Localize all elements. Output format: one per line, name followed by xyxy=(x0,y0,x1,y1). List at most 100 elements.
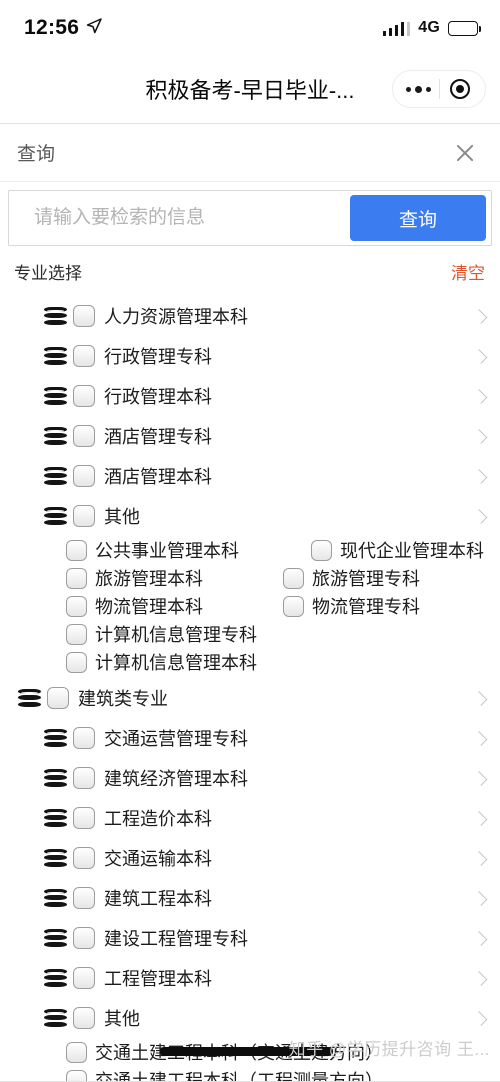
chevron-right-icon[interactable] xyxy=(472,428,488,444)
tree-node-row[interactable]: 交通运输本科 xyxy=(0,838,500,878)
leaf-item[interactable]: 物流管理本科 xyxy=(66,592,203,620)
layers-icon xyxy=(44,968,67,988)
tree-node-row[interactable]: 工程管理本科 xyxy=(0,958,500,998)
leaf-checkbox[interactable] xyxy=(283,595,304,617)
leaf-grid: 交通土建工程本科（交通土建方向） 交通土建工程本科（工程测量方向） xyxy=(0,1038,500,1081)
leaf-checkbox[interactable] xyxy=(283,567,304,589)
node-label: 工程造价本科 xyxy=(104,809,212,829)
leaf-item[interactable]: 计算机信息管理本科 xyxy=(66,648,257,676)
layers-icon xyxy=(44,928,67,948)
leaf-label: 计算机信息管理本科 xyxy=(95,653,257,673)
chevron-right-icon[interactable] xyxy=(472,468,488,484)
chevron-right-icon[interactable] xyxy=(472,1010,488,1026)
chevron-right-icon[interactable] xyxy=(472,508,488,524)
chevron-right-icon[interactable] xyxy=(472,308,488,324)
leaf-label: 物流管理本科 xyxy=(95,597,203,617)
miniprogram-capsule[interactable] xyxy=(392,70,486,108)
node-checkbox[interactable] xyxy=(73,385,95,407)
leaf-checkbox[interactable] xyxy=(311,539,332,561)
node-checkbox[interactable] xyxy=(73,465,95,487)
tree-node-row[interactable]: 建筑经济管理本科 xyxy=(0,758,500,798)
node-checkbox[interactable] xyxy=(73,305,95,327)
leaf-label: 公共事业管理本科 xyxy=(95,541,239,561)
chevron-right-icon[interactable] xyxy=(472,348,488,364)
chevron-right-icon[interactable] xyxy=(472,850,488,866)
clear-button[interactable]: 清空 xyxy=(451,259,485,284)
node-checkbox[interactable] xyxy=(47,687,69,709)
leaf-checkbox[interactable] xyxy=(66,651,87,673)
leaf-checkbox[interactable] xyxy=(66,1069,87,1081)
leaf-item[interactable]: 交通土建工程本科（工程测量方向） xyxy=(66,1066,383,1081)
node-checkbox[interactable] xyxy=(73,425,95,447)
node-checkbox[interactable] xyxy=(73,887,95,909)
section-title: 专业选择 xyxy=(14,263,82,283)
node-label: 行政管理专科 xyxy=(104,347,212,367)
layers-icon xyxy=(44,466,67,486)
leaf-checkbox[interactable] xyxy=(66,1041,87,1063)
tree-node-row[interactable]: 行政管理专科 xyxy=(0,336,500,376)
node-checkbox[interactable] xyxy=(73,767,95,789)
layers-icon xyxy=(44,768,67,788)
network-type-label: 4G xyxy=(418,19,440,36)
layers-icon xyxy=(44,728,67,748)
leaf-checkbox[interactable] xyxy=(66,539,87,561)
tree-node-row[interactable]: 人力资源管理本科 xyxy=(0,296,500,336)
node-checkbox[interactable] xyxy=(73,1007,95,1029)
tree-node-row[interactable]: 建设工程管理专科 xyxy=(0,918,500,958)
node-label: 交通运营管理专科 xyxy=(104,729,248,749)
node-checkbox[interactable] xyxy=(73,967,95,989)
node-checkbox[interactable] xyxy=(73,807,95,829)
tree-node-row[interactable]: 行政管理本科 xyxy=(0,376,500,416)
leaf-checkbox[interactable] xyxy=(66,623,87,645)
status-bar-left: 12:56 xyxy=(24,16,102,40)
node-label: 建设工程管理专科 xyxy=(104,929,248,949)
chevron-right-icon[interactable] xyxy=(472,690,488,706)
chevron-right-icon[interactable] xyxy=(472,770,488,786)
status-bar-right: 4G xyxy=(382,19,481,37)
node-checkbox[interactable] xyxy=(73,505,95,527)
tree-node-row[interactable]: 建筑工程本科 xyxy=(0,878,500,918)
chevron-right-icon[interactable] xyxy=(472,890,488,906)
leaf-item[interactable]: 公共事业管理本科 xyxy=(66,536,239,564)
leaf-label: 交通土建工程本科（交通土建方向） xyxy=(95,1043,383,1063)
close-icon[interactable] xyxy=(452,140,478,166)
tree-node-row[interactable]: 其他 xyxy=(0,496,500,536)
node-label: 人力资源管理本科 xyxy=(104,307,248,327)
leaf-item[interactable]: 现代企业管理本科 xyxy=(311,536,484,564)
leaf-checkbox[interactable] xyxy=(66,595,87,617)
search-input[interactable] xyxy=(12,194,350,242)
leaf-item[interactable]: 旅游管理专科 xyxy=(283,564,420,592)
node-label: 建筑经济管理本科 xyxy=(104,769,248,789)
tree-node-row[interactable]: 交通运营管理专科 xyxy=(0,718,500,758)
more-dots-icon[interactable] xyxy=(399,85,439,93)
chevron-right-icon[interactable] xyxy=(472,930,488,946)
node-label: 其他 xyxy=(104,1009,140,1029)
tree-node-row[interactable]: 酒店管理本科 xyxy=(0,456,500,496)
leaf-label: 现代企业管理本科 xyxy=(340,541,484,561)
section-header: 专业选择 清空 xyxy=(0,248,500,294)
battery-icon xyxy=(448,20,481,36)
leaf-item[interactable]: 旅游管理本科 xyxy=(66,564,203,592)
tree-node-row[interactable]: 其他 xyxy=(0,998,500,1038)
chevron-right-icon[interactable] xyxy=(472,970,488,986)
leaf-checkbox[interactable] xyxy=(66,567,87,589)
node-label: 工程管理本科 xyxy=(104,969,212,989)
tree-node-row[interactable]: 工程造价本科 xyxy=(0,798,500,838)
capsule-close-icon[interactable] xyxy=(440,79,480,99)
tree-node-row[interactable]: 建筑类专业 xyxy=(0,678,500,718)
search-button[interactable]: 查询 xyxy=(350,195,486,241)
leaf-grid: 公共事业管理本科 现代企业管理本科旅游管理本科 旅游管理专科物流管理本科 物流管理专科… xyxy=(0,536,500,678)
tree-node-row[interactable]: 酒店管理专科 xyxy=(0,416,500,456)
node-checkbox[interactable] xyxy=(73,345,95,367)
leaf-item[interactable]: 计算机信息管理专科 xyxy=(66,620,257,648)
node-checkbox[interactable] xyxy=(73,927,95,949)
chevron-right-icon[interactable] xyxy=(472,388,488,404)
leaf-item[interactable]: 物流管理专科 xyxy=(283,592,420,620)
chevron-right-icon[interactable] xyxy=(472,810,488,826)
leaf-item[interactable]: 交通土建工程本科（交通土建方向） xyxy=(66,1038,383,1066)
panel-header: 查询 xyxy=(0,124,500,182)
chevron-right-icon[interactable] xyxy=(472,730,488,746)
leaf-label: 旅游管理本科 xyxy=(95,569,203,589)
node-checkbox[interactable] xyxy=(73,727,95,749)
node-checkbox[interactable] xyxy=(73,847,95,869)
